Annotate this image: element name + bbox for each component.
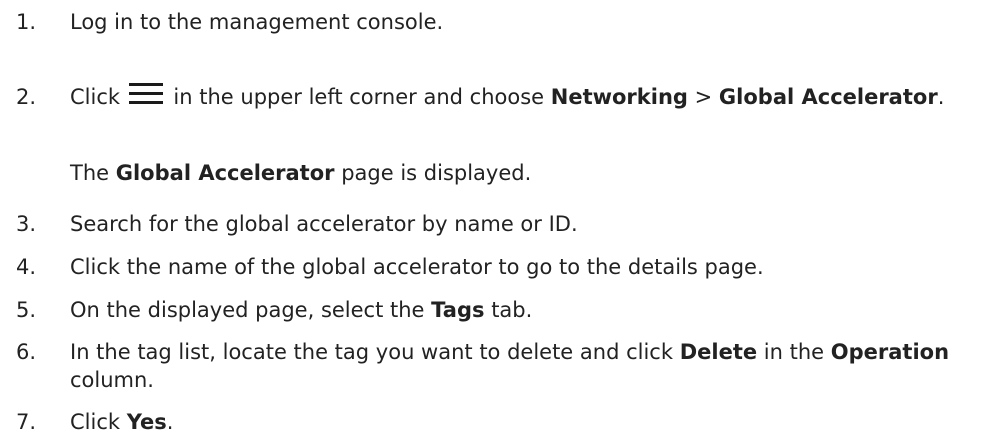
delete-label: Delete: [679, 340, 758, 364]
menu-networking: Networking: [550, 85, 688, 109]
step-number: 3.: [16, 212, 37, 236]
menu-icon: [128, 83, 163, 105]
step-2-note: The Global Accelerator page is displayed…: [70, 161, 532, 185]
step-text: On the displayed page, select the Tags t…: [70, 298, 533, 322]
step-number: 5.: [16, 298, 37, 322]
step-number: 7.: [16, 410, 37, 434]
menu-global-accelerator: Global Accelerator: [718, 85, 938, 109]
procedure-steps: 1. Log in to the management console. 2. …: [0, 0, 990, 441]
step-text: Search for the global accelerator by nam…: [70, 212, 578, 236]
step-text: Click in the upper left corner and choos…: [70, 83, 945, 109]
step-number: 2.: [16, 85, 37, 109]
step-text: Click Yes.: [70, 410, 174, 434]
step-text: In the tag list, locate the tag you want…: [70, 340, 950, 392]
tags-tab-label: Tags: [431, 298, 485, 322]
step-number: 6.: [16, 340, 37, 364]
step-text: Log in to the management console.: [70, 10, 444, 34]
step-number: 1.: [16, 10, 37, 34]
step-text: Click the name of the global accelerator…: [70, 255, 764, 279]
step-number: 4.: [16, 255, 37, 279]
operation-column-label: Operation: [830, 340, 950, 364]
yes-label: Yes: [126, 410, 167, 434]
